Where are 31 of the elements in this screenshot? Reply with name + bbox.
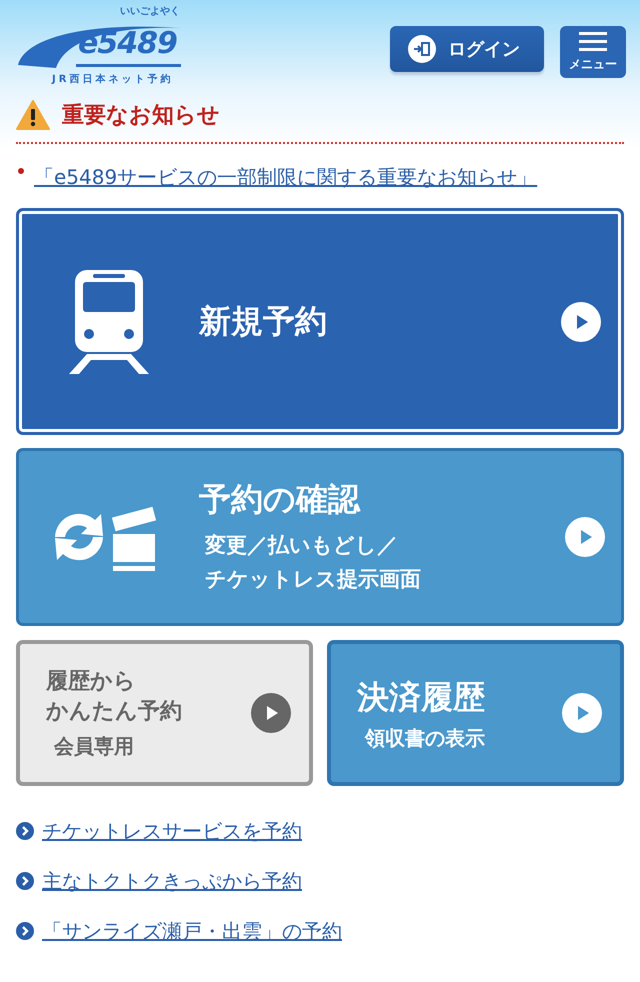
tile-subtitle: 変更／払いもどし／: [204, 532, 399, 559]
chevron-circle-icon: [16, 922, 34, 940]
menu-icon: [579, 32, 607, 52]
tile-title: かんたん予約: [46, 698, 183, 726]
tile-subtitle: 会員専用: [52, 732, 135, 760]
play-icon: [562, 693, 602, 733]
notice-link[interactable]: 「e5489サービスの一部制限に関する重要なお知らせ」: [34, 164, 538, 190]
chevron-circle-icon: [16, 822, 34, 840]
booking-link[interactable]: 「サンライズ瀬戸・出雲」の予約: [42, 918, 342, 944]
tile-subtitle: 領収書の表示: [364, 724, 486, 752]
booking-link[interactable]: チケットレスサービスを予約: [42, 818, 302, 844]
play-icon: [565, 517, 605, 557]
warning-icon: [16, 100, 50, 130]
tile-title: 予約の確認: [199, 479, 362, 520]
booking-link[interactable]: 主なトクトクきっぷから予約: [42, 868, 302, 894]
play-icon: [561, 302, 601, 342]
play-icon: [251, 693, 291, 733]
chevron-circle-icon: [16, 872, 34, 890]
tile-subtitle: チケットレス提示画面: [204, 566, 422, 593]
train-icon: [69, 270, 149, 374]
bullet-icon: [18, 168, 24, 174]
login-icon: [408, 35, 436, 63]
logo-ruby: いいごよやく: [120, 6, 180, 18]
notice-title: 重要なお知らせ: [62, 102, 220, 130]
tile-title: 新規予約: [199, 300, 328, 342]
new-booking-tile[interactable]: 新規予約: [16, 208, 624, 435]
logo-tagline: JR西日本ネット予約: [52, 72, 174, 86]
tile-title: 決済履歴: [357, 676, 486, 718]
menu-button[interactable]: メニュー: [560, 26, 626, 78]
tile-title: 履歴から: [46, 668, 137, 696]
login-button[interactable]: ログイン: [390, 26, 544, 72]
